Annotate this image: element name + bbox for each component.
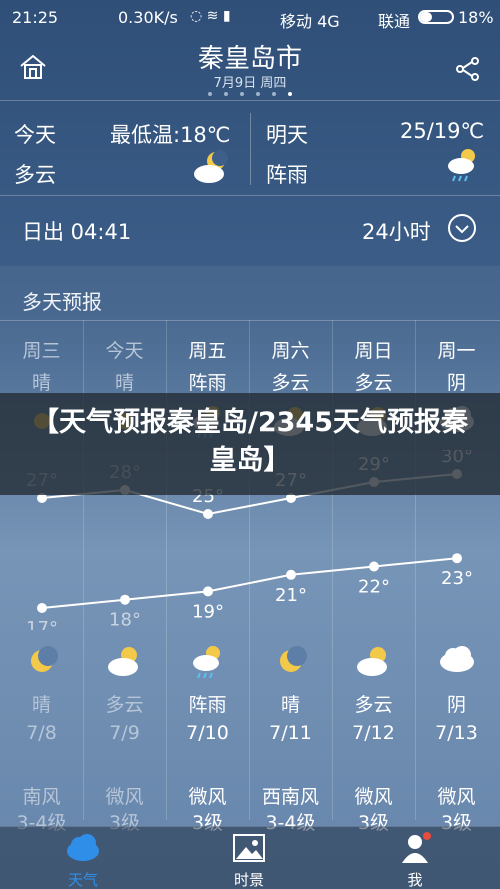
low-temp-label: 23° [441,568,473,589]
night-weather-icon [415,644,498,678]
low-temp-point [286,569,296,580]
cloud-icon [66,831,100,865]
low-temp-label: 22° [358,577,390,598]
night-weather-icon [166,644,249,684]
forecast-date: 7/12 [352,722,395,744]
low-temp-line [41,557,458,609]
status-speed: 0.30K/s [118,8,178,27]
status-carrier-2: 联通 [378,12,411,31]
tab-bar: 天气 时景 我 [0,826,500,889]
picture-icon [232,831,266,865]
tab-weather[interactable]: 天气 [0,827,166,889]
tomorrow-label: 明天 [266,123,308,147]
low-temp-point [120,594,130,605]
sunrise-row[interactable]: 日出 04:41 24小时 [0,200,500,258]
forecast-day-condition: 晴 [114,372,134,394]
today-label: 今天 [14,123,56,147]
signal-icons: ◌ ≋ ▮ [190,8,231,24]
tab-me-label: 我 [407,871,423,889]
forecast-date: 7/10 [186,722,229,744]
date-label: 7月9日 周四 [213,76,287,91]
forecast-day-condition: 多云 [271,372,310,394]
low-temp-label: 17° [26,618,58,630]
low-temp-point [369,561,379,572]
forecast-weekday: 今天 [105,340,144,362]
forecast-night-condition: 多云 [354,694,393,716]
today-tomorrow-summary: 今天 最低温:18℃ 多云 明天 25/19℃ 阵雨 [0,100,500,196]
forecast-wind: 西南风 [261,786,319,808]
summary-divider [250,113,251,185]
hourly-label[interactable]: 24小时 [362,216,431,246]
status-battery-percent: 18% [458,8,494,27]
battery-icon [418,10,454,24]
forecast-date: 7/8 [26,722,57,744]
forecast-weekday: 周五 [188,340,227,362]
tomorrow-condition: 阵雨 [266,163,308,187]
forecast-day-condition: 多云 [354,372,393,394]
forecast-wind: 微风 [188,786,227,808]
forecast-night-condition: 晴 [280,694,300,716]
forecast-night-condition: 晴 [31,694,51,716]
forecast-weekday: 周三 [22,340,61,362]
page-indicator [208,92,298,98]
tab-me[interactable]: 我 [332,827,498,889]
forecast-weekday: 周一 [437,340,476,362]
forecast-night-condition: 阴 [446,694,466,716]
user-icon [398,831,432,865]
status-time: 21:25 [12,8,59,27]
tab-scenes-label: 时景 [233,871,264,889]
header: 秦皇岛市 7月9日 周四 [0,34,500,100]
today-condition: 多云 [14,163,56,187]
forecast-wind: 南风 [22,786,61,808]
night-weather-icon [332,644,415,682]
night-weather-icon [83,644,166,682]
forecast-night-condition: 多云 [105,694,144,716]
low-temp-point [37,603,47,613]
low-temp-point [452,553,462,564]
forecast-wind: 微风 [354,786,393,808]
forecast-night-condition: 阵雨 [188,694,227,716]
forecast-divider [0,320,500,321]
forecast-day-condition: 阴 [446,372,466,394]
low-temp-label: 21° [275,585,307,606]
forecast-day-condition: 晴 [31,372,51,394]
night-weather-icon [249,644,332,682]
forecast-date: 7/11 [269,722,312,744]
tab-weather-label: 天气 [67,871,98,889]
forecast-weekday: 周六 [271,340,310,362]
status-carrier-1: 移动 4G [280,12,340,31]
status-bar: 21:25 0.30K/s ◌ ≋ ▮ 移动 4G 联通 18% [0,0,500,34]
forecast-day-condition: 阵雨 [188,372,227,394]
today-low-temp: 最低温:18℃ [110,123,231,147]
tomorrow-temp-range: 25/19℃ [400,119,485,143]
share-icon[interactable] [455,56,481,82]
chevron-down-icon[interactable] [448,214,476,242]
forecast-wind: 微风 [105,786,144,808]
city-name[interactable]: 秦皇岛市 [0,38,500,75]
forecast-title: 多天预报 [22,290,102,314]
sunrise-text: 日出 04:41 [22,220,132,244]
low-temp-label: 18° [109,610,141,630]
forecast-weekday: 周日 [354,340,393,362]
partly-cloudy-night-icon [192,149,232,189]
forecast-date: 7/9 [109,722,140,744]
low-temp-point [203,586,213,597]
low-temp-label: 19° [192,601,224,622]
forecast-wind: 微风 [437,786,476,808]
night-weather-icon [0,644,83,682]
forecast-date: 7/13 [435,722,478,744]
banner-text: 【天气预报秦皇岛/2345天气预报秦皇岛】 [31,407,468,476]
shower-icon [446,147,480,189]
high-temp-point [203,509,213,519]
tab-scenes[interactable]: 时景 [166,827,332,889]
